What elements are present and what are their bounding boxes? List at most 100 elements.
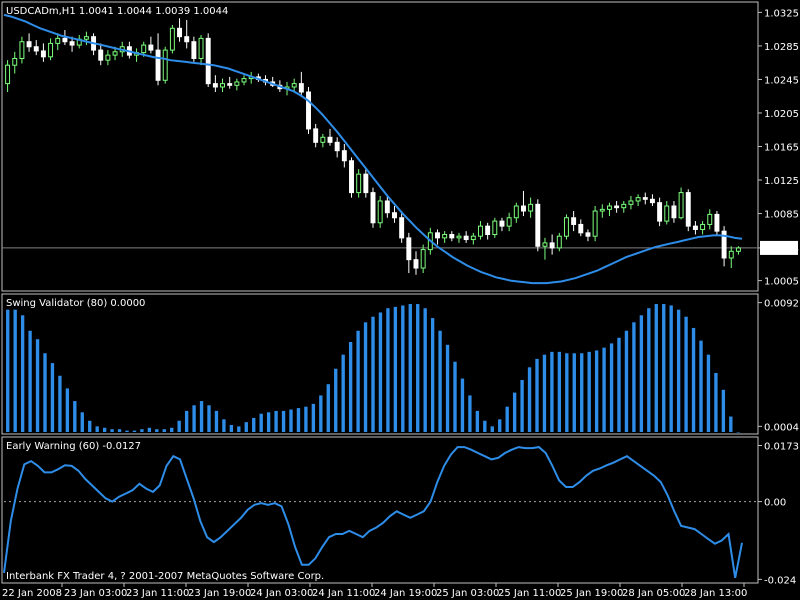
swing-bar [58, 375, 62, 432]
swing-bar [125, 430, 129, 432]
swing-bar [416, 304, 420, 432]
swing-bar [468, 395, 472, 432]
candle-body [563, 217, 569, 237]
candle-body [614, 205, 620, 209]
swing-bar [572, 353, 576, 432]
candle-body [599, 208, 605, 212]
early-warning-panel [3, 446, 756, 578]
x-tick-label: 23 Jan 19:00 [188, 588, 251, 599]
candle-body [549, 242, 555, 249]
swing-bar [266, 412, 271, 432]
swing-bar [281, 410, 286, 432]
candle-body [55, 37, 61, 44]
swing-bar [140, 429, 144, 432]
candle-body [664, 205, 670, 222]
swing-bar [647, 308, 651, 432]
chart-window: 1.0325 1.0285 1.0245 1.0205 1.0165 1.0125 1.00… [1, 1, 799, 599]
candle-body [69, 41, 75, 46]
candle-body [492, 220, 498, 236]
swing-bar [289, 409, 293, 432]
candle-body [621, 203, 627, 209]
swing-bar [13, 309, 17, 432]
swing-bar [304, 406, 308, 432]
swing-bar [460, 378, 465, 432]
candle-body [571, 217, 577, 225]
candle-body [155, 49, 161, 81]
candle-body [184, 36, 190, 43]
swing-bar [676, 309, 681, 432]
candle-body [392, 212, 397, 219]
swing-bar [520, 379, 524, 432]
candle-body [628, 200, 634, 205]
swing-bar [684, 316, 688, 432]
swing-bar [587, 351, 591, 432]
y-tick-label: 1.0044 [764, 244, 799, 255]
candle-body [313, 128, 319, 143]
swing-bar [237, 426, 241, 432]
candle-body [349, 160, 354, 194]
candle-body [642, 197, 648, 200]
candle-body [513, 205, 519, 219]
swing-bar [609, 343, 614, 432]
swing-bar [170, 427, 174, 432]
swing-bar [20, 315, 25, 432]
swing-bar [326, 384, 330, 432]
candle-body [649, 198, 655, 204]
candle-body [520, 205, 526, 212]
early-warning-line [3, 446, 743, 578]
warning-panel-frame [1, 436, 759, 584]
swing-bar [177, 420, 181, 432]
swing-bar [736, 432, 740, 433]
candle-body [692, 225, 698, 230]
candle-body [535, 203, 541, 247]
candle-body [556, 235, 562, 249]
y-tick-label: 0.0004 [764, 422, 799, 433]
swing-bar [259, 413, 263, 432]
x-tick-label: 24 Jan 11:00 [312, 588, 375, 599]
candle-body [177, 27, 183, 38]
candle-body [463, 235, 469, 241]
x-tick-label: 28 Jan 13:00 [684, 588, 747, 599]
swing-bar [80, 412, 84, 432]
candle-body [220, 83, 226, 88]
candle-body [578, 223, 584, 234]
candle-body [442, 234, 448, 239]
candle-body [728, 250, 734, 259]
swing-bar [378, 312, 383, 432]
candle-body [291, 83, 297, 88]
candle-body [12, 57, 18, 66]
y-tick-label: 1.0245 [764, 75, 799, 86]
swing-bar [371, 316, 375, 432]
swing-bar [542, 354, 547, 432]
candle-body [399, 217, 405, 239]
y-tick-label: 0.0173 [764, 442, 799, 453]
candle-body [528, 203, 534, 212]
early-warning-title: Early Warning (60) -0.0127 [6, 441, 141, 452]
candle-body [671, 205, 677, 219]
candle-body [592, 210, 598, 237]
candle-body [40, 50, 46, 58]
swing-bar [617, 337, 621, 432]
candle-body [377, 200, 383, 224]
y-tick-label: 1.0125 [764, 176, 799, 187]
candle-body [735, 247, 741, 252]
swing-bar [550, 351, 554, 432]
swing-bar [296, 408, 301, 432]
swing-bar [624, 330, 629, 432]
swing-bar [214, 410, 219, 432]
candle-body [5, 64, 11, 85]
swing-bar [490, 426, 494, 432]
swing-bar [132, 430, 137, 432]
candle-body [384, 200, 390, 214]
candle-body [685, 192, 691, 227]
candle-body [678, 192, 684, 219]
y-tick-label: 1.0205 [764, 109, 799, 120]
swing-bar [654, 304, 658, 432]
x-tick-label: 28 Jan 05:00 [622, 588, 685, 599]
footer-copyright: Interbank FX Trader 4, ? 2001-2007 MetaQ… [6, 571, 324, 582]
swing-bar [50, 363, 55, 432]
swing-bar [155, 429, 159, 432]
swing-bar [43, 353, 47, 432]
candle-body [306, 91, 311, 130]
swing-bar [117, 429, 122, 432]
